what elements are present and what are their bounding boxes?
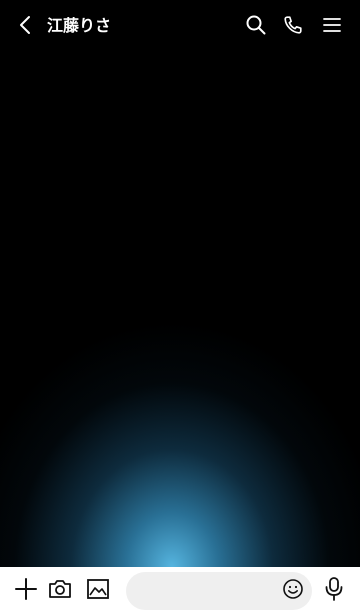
plus-icon (14, 577, 38, 605)
phone-icon (282, 14, 304, 40)
chat-message-area[interactable] (0, 0, 360, 567)
camera-icon (48, 578, 72, 604)
smiley-icon (282, 578, 304, 604)
emoji-button[interactable] (280, 578, 306, 604)
search-button[interactable] (243, 14, 269, 40)
menu-button[interactable] (319, 14, 345, 40)
chat-title: 江藤りさ (47, 16, 112, 35)
chat-screen: 江藤りさ (0, 0, 360, 616)
hamburger-menu-icon (322, 16, 342, 38)
call-button[interactable] (280, 14, 306, 40)
camera-button[interactable] (46, 577, 74, 605)
back-button[interactable] (12, 14, 38, 40)
search-icon (245, 14, 267, 40)
microphone-icon (323, 576, 345, 606)
voice-input-button[interactable] (320, 577, 348, 605)
gallery-button[interactable] (84, 577, 112, 605)
chat-header: 江藤りさ (0, 0, 360, 54)
image-icon (86, 578, 110, 604)
message-composer (0, 567, 360, 616)
chevron-left-icon (18, 15, 32, 39)
add-attachment-button[interactable] (12, 577, 40, 605)
